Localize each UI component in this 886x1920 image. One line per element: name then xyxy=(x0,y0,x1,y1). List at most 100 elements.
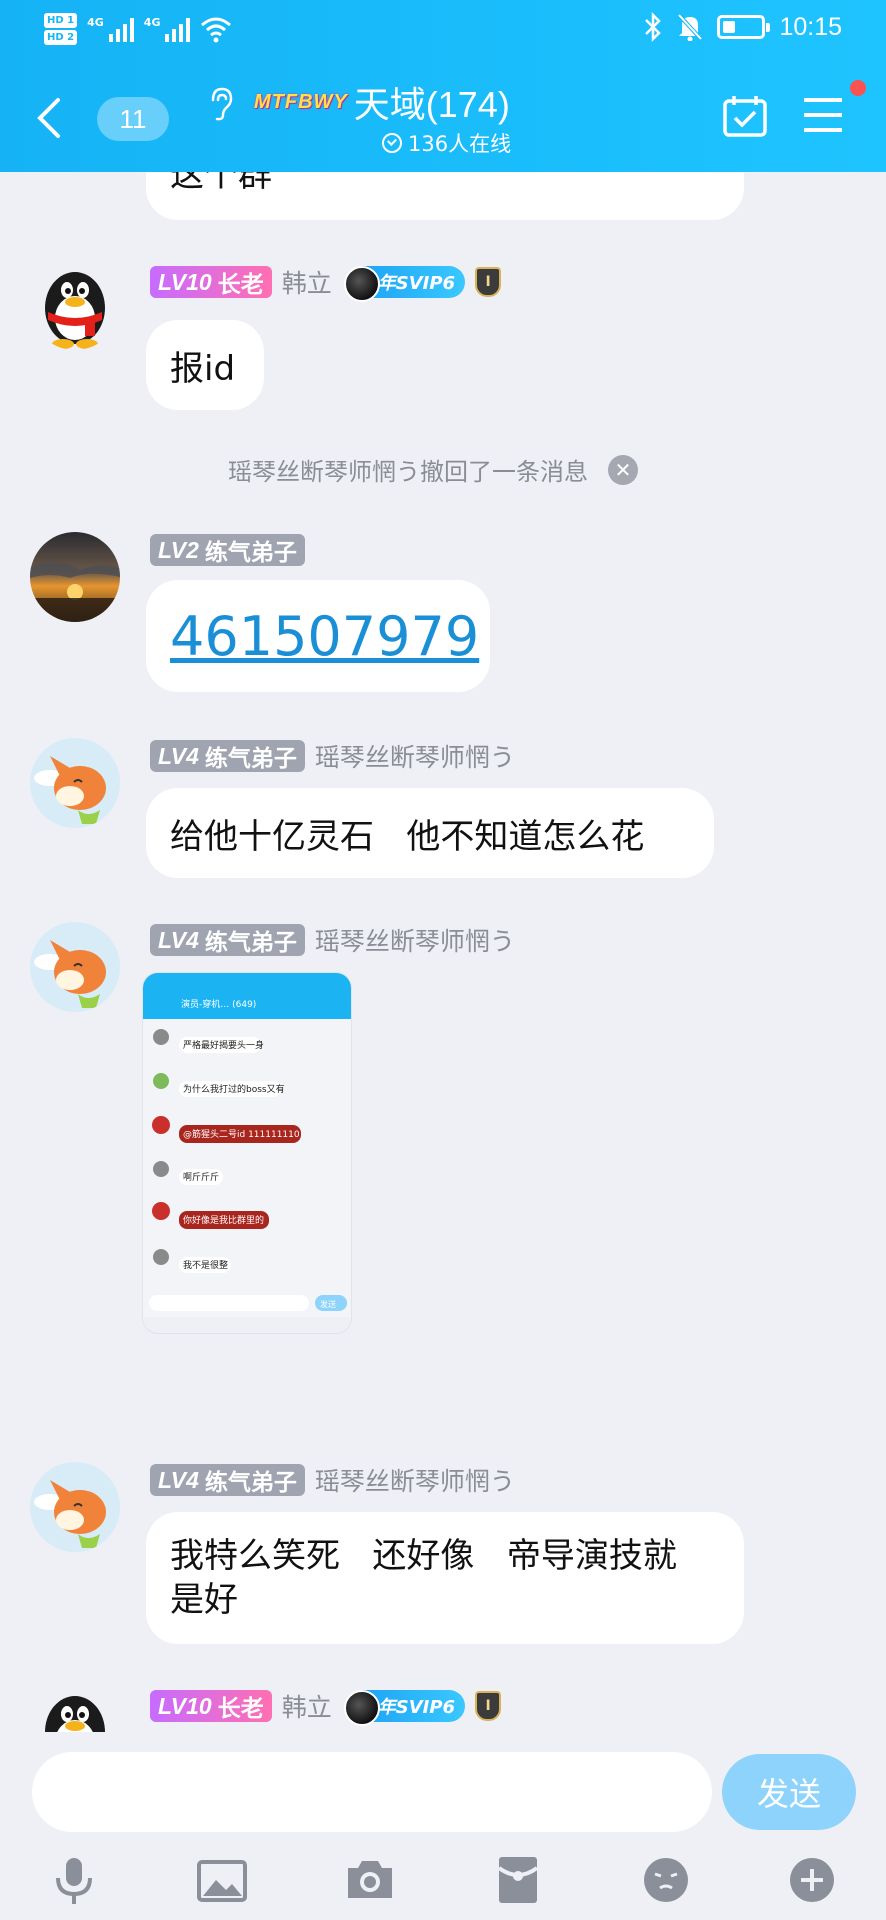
screenshot-thumbnail: 演员-穿机… (649) 严格最好揭要头一身 为什么我打过的boss又有 @筋猩… xyxy=(143,973,351,1333)
message-meta: LV10 长老 韩立 年SVIP6 I xyxy=(150,1688,502,1726)
online-text: 136人在线 xyxy=(408,132,512,156)
signal-1-icon: 4G xyxy=(87,16,134,42)
sender-name[interactable]: 瑶琴丝断琴师惘う xyxy=(315,738,515,774)
emoji-icon[interactable] xyxy=(640,1854,692,1906)
fox-avatar-icon xyxy=(30,1462,120,1552)
notification-dot xyxy=(850,80,866,96)
level-number: LV4 xyxy=(158,742,199,769)
penguin-avatar-icon xyxy=(45,1696,105,1732)
fox-avatar-icon xyxy=(30,922,120,1012)
back-button[interactable] xyxy=(34,96,64,140)
signal-2-icon: 4G xyxy=(144,16,191,42)
svg-text:@筋猩头二号id 111111110: @筋猩头二号id 111111110 xyxy=(183,1128,300,1140)
level-tag: LV10 长老 xyxy=(150,1690,272,1722)
sender-name[interactable]: 瑶琴丝断琴师惘う xyxy=(315,922,515,958)
message-bubble[interactable]: 给他十亿灵石 他不知道怎么花 xyxy=(146,788,714,878)
recall-notice: 瑶琴丝断琴师惘う撤回了一条消息 ✕ xyxy=(228,452,638,487)
avatar[interactable] xyxy=(30,922,120,1012)
recall-text: 瑶琴丝断琴师惘う撤回了一条消息 xyxy=(228,458,588,486)
avatar[interactable] xyxy=(30,532,120,622)
ear-icon[interactable] xyxy=(206,86,236,122)
message-text: 给他十亿灵石 他不知道怎么花 xyxy=(170,816,645,857)
id-link[interactable]: 461507979 xyxy=(170,605,479,668)
level-number: LV10 xyxy=(158,1692,212,1719)
menu-button[interactable] xyxy=(802,96,844,134)
message-text-line-1: 我特么笑死 还好像 帝导演技就 xyxy=(170,1536,677,1576)
rank-title: 长老 xyxy=(217,272,264,298)
level-number: LV4 xyxy=(158,1466,199,1493)
status-time: 10:15 xyxy=(779,12,842,41)
honor-shield-icon[interactable]: I xyxy=(475,1691,502,1721)
message-meta: LV4 练气弟子 瑶琴丝断琴师惘う xyxy=(150,1462,515,1498)
chat-header: HD 1 HD 2 4G 4G 10:15 11 MTFBWY 天域(174) … xyxy=(0,0,886,172)
input-toolbar xyxy=(0,1844,886,1920)
rank-title: 练气弟子 xyxy=(204,930,297,956)
check-circle-icon xyxy=(382,133,402,153)
penguin-avatar-icon xyxy=(45,272,105,349)
close-icon[interactable]: ✕ xyxy=(608,454,638,485)
wifi-icon xyxy=(201,17,232,43)
level-tag: LV10 长老 xyxy=(150,266,272,298)
message-text: 报id xyxy=(170,348,236,389)
message-meta: LV4 练气弟子 瑶琴丝断琴师惘う xyxy=(150,738,515,774)
message-meta: LV2 练气弟子 xyxy=(150,532,305,568)
input-bar: 发送 xyxy=(0,1732,886,1920)
sunset-avatar-icon xyxy=(30,532,120,622)
rank-title: 长老 xyxy=(217,1696,264,1722)
hd-badges: HD 1 HD 2 xyxy=(44,12,78,46)
network-type-2: 4G xyxy=(143,16,161,29)
rank-title: 练气弟子 xyxy=(204,1470,297,1496)
hd1-badge: HD 1 xyxy=(44,13,78,28)
svg-text:严格最好揭要头一身: 严格最好揭要头一身 xyxy=(183,1039,264,1051)
mute-bell-icon xyxy=(677,13,703,41)
rank-title: 练气弟子 xyxy=(204,540,297,566)
avatar[interactable] xyxy=(30,1684,120,1732)
sender-name[interactable]: 瑶琴丝断琴师惘う xyxy=(315,1462,515,1498)
send-button[interactable]: 发送 xyxy=(722,1754,856,1830)
thumb-title: 演员-穿机… (649) xyxy=(181,998,256,1010)
image-icon[interactable] xyxy=(196,1854,248,1906)
bluetooth-icon xyxy=(645,12,662,42)
avatar[interactable] xyxy=(30,738,120,828)
level-tag: LV4 练气弟子 xyxy=(150,1464,305,1496)
svg-text:发送: 发送 xyxy=(320,1299,336,1309)
chat-messages[interactable]: 这个群 LV10 长老 韩立 年SVIP6 I 报id 瑶琴丝断琴师惘う撤回了一… xyxy=(0,172,886,1732)
avatar[interactable] xyxy=(30,260,120,350)
svip-badge[interactable]: 年SVIP6 xyxy=(343,1690,466,1726)
image-message[interactable]: 演员-穿机… (649) 严格最好揭要头一身 为什么我打过的boss又有 @筋猩… xyxy=(142,972,352,1334)
svg-text:为什么我打过的boss又有: 为什么我打过的boss又有 xyxy=(183,1083,285,1095)
plus-icon[interactable] xyxy=(786,1854,838,1906)
avatar[interactable] xyxy=(30,1462,120,1552)
level-number: LV4 xyxy=(158,926,199,953)
sender-name[interactable]: 韩立 xyxy=(282,264,332,300)
level-number: LV2 xyxy=(158,536,199,563)
message-bubble-partial[interactable]: 这个群 xyxy=(146,172,744,220)
partial-message-text: 这个群 xyxy=(170,172,272,195)
level-tag: LV4 练气弟子 xyxy=(150,924,305,956)
honor-shield-icon[interactable]: I xyxy=(475,267,502,297)
unread-count-badge[interactable]: 11 xyxy=(97,97,169,141)
message-bubble[interactable]: 461507979 xyxy=(146,580,490,692)
message-text-line-2: 是好 xyxy=(170,1580,238,1620)
svg-text:我不是很整: 我不是很整 xyxy=(183,1259,228,1271)
camera-icon[interactable] xyxy=(344,1854,396,1906)
message-input[interactable] xyxy=(32,1752,712,1832)
network-type-1: 4G xyxy=(87,16,104,29)
calendar-check-button[interactable] xyxy=(722,94,768,138)
svip-badge[interactable]: 年SVIP6 xyxy=(343,266,466,302)
message-meta: LV10 长老 韩立 年SVIP6 I xyxy=(150,264,502,302)
message-bubble[interactable]: 我特么笑死 还好像 帝导演技就 是好 xyxy=(146,1512,744,1644)
battery-icon xyxy=(717,15,771,39)
rank-title: 练气弟子 xyxy=(204,746,297,772)
microphone-icon[interactable] xyxy=(48,1854,100,1906)
hd2-badge: HD 2 xyxy=(44,30,78,45)
svg-text:啊斤斤斤: 啊斤斤斤 xyxy=(183,1172,219,1183)
sender-name[interactable]: 韩立 xyxy=(282,1688,332,1724)
level-tag: LV4 练气弟子 xyxy=(150,740,305,772)
group-title[interactable]: 天域(174) xyxy=(354,76,510,128)
svg-text:你好像是我比群里的: 你好像是我比群里的 xyxy=(183,1214,264,1226)
level-number: LV10 xyxy=(158,268,212,295)
message-bubble[interactable]: 报id xyxy=(146,320,264,410)
red-packet-icon[interactable] xyxy=(492,1854,544,1906)
online-count[interactable]: 136人在线 xyxy=(382,128,511,158)
